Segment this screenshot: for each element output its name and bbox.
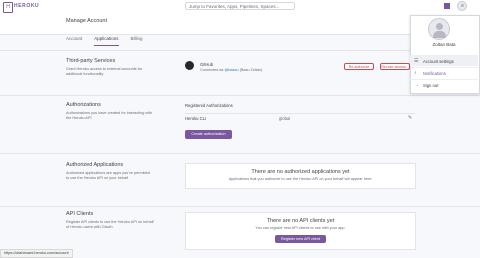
tab-account[interactable]: Account [66,36,82,46]
table-row [185,113,415,124]
authorizations-title: Authorizations [66,102,101,108]
account-tabs: Account Applications Billing [66,36,143,46]
page-header [0,13,480,35]
user-avatar-button[interactable] [457,1,467,11]
github-icon [185,61,194,70]
search-input[interactable]: Jump to Favorites, Apps, Pipelines, Spac… [185,2,295,10]
tab-applications[interactable]: Applications [94,36,119,46]
registered-authorizations-title: Registered Authorizations [185,103,233,108]
authorized-apps-empty-title: There are no authorized applications yet [251,169,350,175]
authorized-apps-desc: Authorized applications are apps you've … [66,171,150,180]
authorized-apps-empty-sub: Applications that you authorize to use t… [228,177,373,181]
api-clients-empty-title: There are no API clients yet [266,218,335,224]
authorization-name: Heroku CLI [185,116,207,121]
api-clients-desc: Register API clients to use the Heroku A… [66,220,154,229]
api-clients-title: API Clients [66,211,94,217]
third-party-desc: Grant Heroku access to external accounts… [66,67,143,76]
account-settings-item[interactable]: ☰ Account settings [410,55,478,66]
status-url: https://dashboard.heroku.com/account [0,249,73,258]
notifications-item[interactable]: ♪ Notifications [410,67,478,78]
dropdown-user-name: Zoltan Bata [432,42,456,47]
api-clients-empty-state: There are no API clients yet You can reg… [185,212,416,250]
third-party-title: Third-party Services [66,58,116,64]
sign-out-icon: → [414,82,419,88]
api-clients-empty-sub: You can register new API clients to use … [255,226,346,230]
authorized-apps-title: Authorized Applications [66,162,124,168]
list-icon: ☰ [414,58,419,64]
page-title: Manage Account [66,18,107,24]
authorizations-desc: Authorizations you have created for inte… [66,111,153,120]
github-user-link[interactable]: @bazzu [225,68,239,72]
github-connected-text: Connected as @bazzu (Bazu Zoltan) [200,68,263,72]
authorized-apps-empty-state: There are no authorized applications yet… [185,163,416,189]
dropdown-avatar [428,18,450,40]
heroku-logo-icon[interactable]: H [3,2,13,13]
top-navbar: H HEROKU Jump to Favorites, Apps, Pipeli… [0,0,480,14]
revoke-access-button[interactable]: Revoke access... [380,63,410,70]
register-api-client-button[interactable]: Register new API client [275,235,326,243]
create-authorization-button[interactable]: Create authorization [185,130,232,139]
authorization-scope: global [279,116,291,121]
brand-name[interactable]: HEROKU [14,3,39,9]
reauthorize-button[interactable]: Re-authorize [344,63,374,70]
bell-icon: ♪ [414,70,417,76]
edit-pencil-icon[interactable]: ✎ [408,115,412,121]
github-service-name: GitHub [200,62,214,67]
apps-grid-icon[interactable] [444,3,450,9]
tab-billing[interactable]: Billing [131,36,143,46]
sign-out-item[interactable]: → Sign out [410,79,478,90]
